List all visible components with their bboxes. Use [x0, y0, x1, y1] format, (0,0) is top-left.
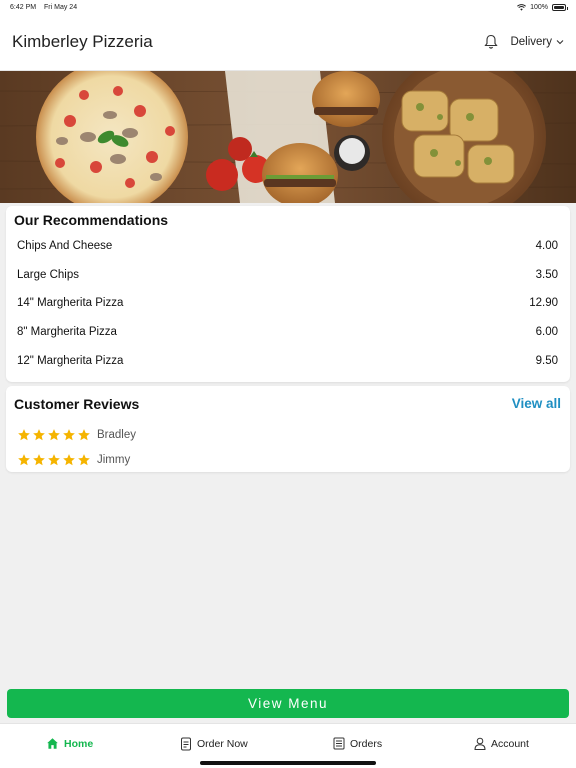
wifi-icon	[517, 3, 527, 11]
reviews-title: Customer Reviews	[14, 396, 140, 412]
review-item: Jimmy	[17, 453, 130, 467]
star-icon	[33, 454, 45, 466]
star-icon	[48, 429, 60, 441]
order-icon	[181, 737, 191, 751]
delivery-dropdown[interactable]: Delivery	[510, 36, 564, 48]
item-price: 4.00	[535, 240, 558, 253]
list-item[interactable]: 12" Margherita Pizza 9.50	[6, 346, 570, 375]
item-name: Chips And Cheese	[17, 240, 113, 253]
item-price: 6.00	[535, 326, 558, 339]
battery-icon	[552, 3, 568, 11]
home-icon	[47, 738, 58, 749]
page-title: Kimberley Pizzeria	[12, 32, 153, 51]
app-header: Kimberley Pizzeria Delivery	[0, 14, 576, 71]
star-icon	[18, 454, 30, 466]
star-icon	[63, 429, 75, 441]
list-item[interactable]: Chips And Cheese 4.00	[6, 232, 570, 261]
account-icon	[474, 737, 486, 750]
delivery-label: Delivery	[510, 36, 552, 48]
recommendations-title: Our Recommendations	[14, 212, 169, 228]
reviewer-name: Jimmy	[97, 454, 131, 466]
star-icon	[18, 429, 30, 441]
status-bar: 6:42 PM Fri May 24 100%	[0, 0, 576, 14]
star-icon	[33, 429, 45, 441]
view-menu-button[interactable]: View Menu	[7, 689, 569, 718]
tab-label: Order Now	[197, 738, 248, 750]
recommendations-card: Our Recommendations Chips And Cheese 4.0…	[6, 206, 570, 382]
star-icon	[63, 454, 75, 466]
tab-label: Account	[491, 737, 529, 750]
tab-order-now[interactable]: Order Now	[180, 737, 248, 751]
view-all-link[interactable]: View all	[512, 396, 561, 411]
item-name: 12" Margherita Pizza	[17, 354, 124, 367]
star-rating	[17, 453, 91, 467]
star-icon	[48, 454, 60, 466]
bell-icon[interactable]	[484, 34, 499, 50]
item-price: 12.90	[529, 297, 558, 310]
list-item[interactable]: 8" Margherita Pizza 6.00	[6, 318, 570, 347]
list-item[interactable]: Large Chips 3.50	[6, 261, 570, 290]
home-indicator	[200, 761, 376, 765]
food-banner-image	[0, 71, 576, 203]
reviews-card: Customer Reviews View all Bradley Jimmy	[6, 386, 570, 472]
chevron-down-icon	[556, 40, 564, 45]
status-time: 6:42 PM	[10, 3, 37, 11]
item-name: Large Chips	[17, 268, 80, 281]
tab-label: Home	[64, 737, 94, 750]
orders-icon	[333, 737, 345, 750]
star-rating	[17, 428, 91, 442]
status-right: 100%	[517, 3, 568, 11]
header-actions: Delivery	[484, 34, 564, 50]
tab-orders[interactable]: Orders	[333, 737, 382, 750]
tab-label: Orders	[350, 737, 383, 750]
star-icon	[78, 454, 90, 466]
tab-home[interactable]: Home	[46, 737, 93, 750]
item-price: 9.50	[535, 354, 558, 367]
bottom-tab-bar: Home Order Now Orders Account	[0, 723, 576, 768]
list-item[interactable]: 14" Margherita Pizza 12.90	[6, 289, 570, 318]
review-item: Bradley	[17, 428, 136, 442]
item-name: 8" Margherita Pizza	[17, 326, 117, 339]
status-left: 6:42 PM Fri May 24	[10, 4, 83, 11]
reviewer-name: Bradley	[97, 429, 136, 441]
item-name: 14" Margherita Pizza	[17, 297, 124, 310]
status-date: Fri May 24	[44, 3, 78, 11]
tab-account[interactable]: Account	[474, 737, 529, 750]
battery-percent: 100%	[530, 3, 548, 11]
recommendations-list: Chips And Cheese 4.00 Large Chips 3.50 1…	[6, 232, 570, 375]
hero-banner	[0, 71, 576, 203]
star-icon	[78, 429, 90, 441]
item-price: 3.50	[535, 268, 558, 281]
